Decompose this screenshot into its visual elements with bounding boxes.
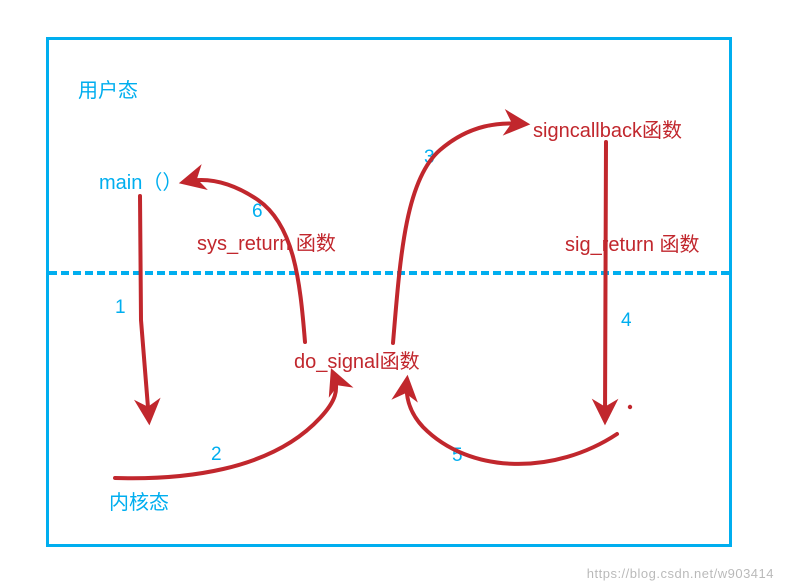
user-space-label: 用户态 [78,74,138,103]
signcallback-label: signcallback函数 [533,114,682,143]
step-1: 1 [115,297,126,319]
sig-return-label: sig_return 函数 [565,228,700,257]
main-label: main（） [99,166,182,195]
do-signal-label: do_signal函数 [294,345,420,374]
user-kernel-divider [49,271,729,275]
step-6: 6 [252,201,263,223]
kernel-space-label: 内核态 [109,486,169,515]
step-4: 4 [621,310,632,332]
step-2: 2 [211,444,222,466]
watermark: https://blog.csdn.net/w903414 [587,566,774,581]
step-5: 5 [452,445,463,467]
sys-return-label: sys_return 函数 [197,227,336,256]
step-3: 3 [424,147,435,169]
